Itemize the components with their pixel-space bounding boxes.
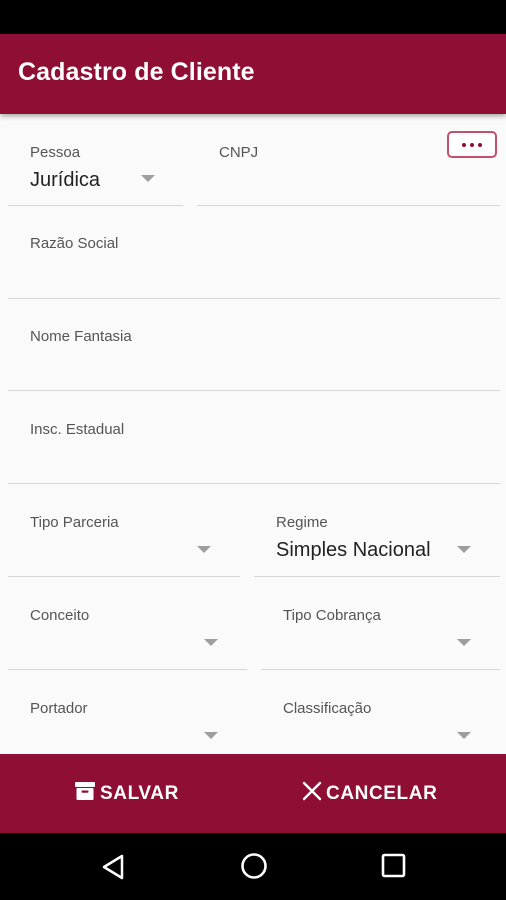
page-title: Cadastro de Cliente bbox=[18, 58, 255, 86]
cnpj-label: CNPJ bbox=[219, 144, 259, 161]
chevron-down-icon bbox=[457, 546, 471, 553]
tipo-cobranca-label: Tipo Cobrança bbox=[283, 607, 381, 624]
save-button[interactable]: SALVAR bbox=[74, 754, 179, 833]
insc-estadual-label: Insc. Estadual bbox=[30, 421, 125, 438]
pessoa-value: Jurídica bbox=[30, 169, 101, 191]
chevron-down-icon bbox=[204, 732, 218, 739]
archive-icon bbox=[74, 780, 96, 808]
chevron-down-icon bbox=[197, 546, 211, 553]
regime-label: Regime bbox=[276, 514, 328, 531]
app-bar: Cadastro de Cliente bbox=[0, 34, 506, 114]
conceito-select[interactable]: Conceito bbox=[8, 577, 247, 670]
nav-recents-icon[interactable] bbox=[381, 853, 407, 884]
regime-value: Simples Nacional bbox=[276, 539, 431, 561]
cnpj-lookup-button[interactable] bbox=[447, 131, 497, 158]
tipo-cobranca-select[interactable]: Tipo Cobrança bbox=[261, 577, 500, 670]
system-nav-bar bbox=[0, 833, 506, 900]
action-bar: SALVAR CANCELAR bbox=[0, 754, 506, 833]
classificacao-select[interactable]: Classificação bbox=[261, 670, 500, 754]
client-form: Pessoa Jurídica CNPJ Razão Social Nome F… bbox=[0, 114, 506, 754]
razao-social-label: Razão Social bbox=[30, 235, 119, 252]
cnpj-field[interactable]: CNPJ bbox=[197, 114, 500, 206]
save-label: SALVAR bbox=[100, 782, 179, 804]
conceito-label: Conceito bbox=[30, 607, 90, 624]
nome-fantasia-field[interactable]: Nome Fantasia bbox=[8, 299, 500, 391]
insc-estadual-field[interactable]: Insc. Estadual bbox=[8, 391, 500, 484]
razao-social-field[interactable]: Razão Social bbox=[8, 206, 500, 299]
chevron-down-icon bbox=[457, 732, 471, 739]
status-bar bbox=[0, 0, 506, 34]
cancel-button[interactable]: CANCELAR bbox=[302, 754, 437, 833]
nome-fantasia-label: Nome Fantasia bbox=[30, 328, 132, 345]
pessoa-select[interactable]: Pessoa Jurídica bbox=[8, 114, 183, 206]
cancel-label: CANCELAR bbox=[326, 782, 438, 804]
pessoa-label: Pessoa bbox=[30, 144, 81, 161]
nav-back-icon[interactable] bbox=[100, 853, 126, 886]
classificacao-label: Classificação bbox=[283, 700, 372, 717]
nav-home-icon[interactable] bbox=[240, 852, 268, 885]
portador-label: Portador bbox=[30, 700, 88, 717]
tipo-parceria-select[interactable]: Tipo Parceria bbox=[8, 484, 240, 577]
more-horizontal-icon bbox=[462, 142, 466, 147]
chevron-down-icon bbox=[204, 639, 218, 646]
close-icon bbox=[302, 781, 322, 807]
chevron-down-icon bbox=[457, 639, 471, 646]
portador-select[interactable]: Portador bbox=[8, 670, 247, 754]
chevron-down-icon bbox=[141, 175, 155, 182]
regime-select[interactable]: Regime Simples Nacional bbox=[254, 484, 500, 577]
tipo-parceria-label: Tipo Parceria bbox=[30, 514, 119, 531]
